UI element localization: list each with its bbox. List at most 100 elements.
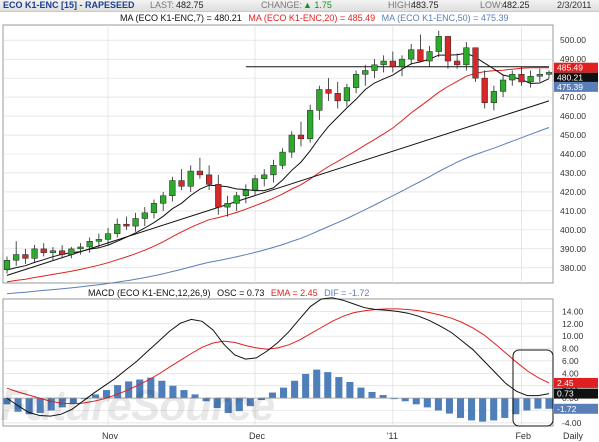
price-value-tag-text: 475.39	[557, 82, 583, 92]
price-tick-label: 380.00	[560, 263, 586, 273]
candle-body	[426, 51, 433, 62]
macd-value-tag-text: -1.72	[557, 404, 577, 414]
candle-body	[68, 248, 75, 255]
macd-tick-label: 14.00	[562, 306, 584, 316]
macd-histogram-bar	[423, 398, 431, 408]
candle-body	[95, 239, 102, 242]
macd-tick-label: -4.00	[562, 418, 582, 428]
candle-body	[279, 151, 286, 166]
macd-histogram-bar	[279, 387, 288, 399]
candle-body	[22, 254, 29, 259]
candle-body	[40, 248, 47, 253]
candle-body	[270, 165, 277, 176]
candle-body	[86, 241, 93, 248]
candle-body	[307, 110, 314, 140]
macd-histogram-bar	[401, 398, 409, 402]
macd-histogram-bar	[302, 373, 310, 399]
price-tick-label: 450.00	[560, 130, 586, 140]
price-tick-label: 470.00	[560, 92, 586, 102]
candle-body	[206, 174, 213, 185]
macd-histogram-bar	[501, 398, 509, 418]
candle-body	[77, 246, 84, 250]
candle-body	[150, 203, 158, 214]
macd-tick-label: 12.00	[562, 319, 584, 329]
candle-body	[114, 223, 121, 234]
macd-histogram-bar	[346, 382, 354, 399]
macd-tick-label: 4.00	[562, 368, 579, 378]
price-tick-label: 500.00	[560, 35, 586, 45]
macd-histogram-bar	[545, 398, 553, 409]
candle-body	[371, 64, 378, 71]
macd-histogram-bar	[479, 398, 487, 422]
macd-value-tag-text: 2.45	[557, 378, 574, 388]
macd-histogram-bar	[445, 398, 453, 414]
candle-body	[31, 248, 38, 259]
candle-body	[297, 134, 305, 140]
macd-histogram-bar	[490, 398, 498, 421]
candle-body	[527, 75, 534, 83]
candle-body	[187, 170, 194, 187]
macd-histogram-bar	[379, 395, 387, 399]
candle-body	[288, 134, 295, 153]
candle-body	[352, 74, 360, 88]
candle-body	[417, 49, 424, 62]
price-value-tag-text: 485.49	[557, 63, 583, 73]
candle-body	[3, 259, 11, 270]
candle-body	[545, 72, 553, 75]
futuresource-watermark: FutureSource	[0, 381, 275, 430]
x-tick-label: Nov	[102, 431, 119, 441]
price-tick-label: 400.00	[560, 225, 586, 235]
candle-body	[215, 184, 222, 208]
macd-histogram-bar	[523, 398, 531, 411]
candle-body	[141, 212, 148, 219]
price-tick-label: 460.00	[560, 111, 586, 121]
candle-body	[490, 91, 497, 104]
x-tick-label: '11	[387, 431, 398, 441]
candle-body	[169, 180, 176, 196]
macd-histogram-bar	[313, 369, 321, 399]
macd-histogram-bar	[534, 398, 542, 409]
x-tick-label: Feb	[515, 431, 531, 441]
candle-body	[59, 250, 66, 255]
candle-body	[242, 189, 249, 196]
candle-body	[178, 180, 185, 187]
candle-body	[408, 49, 415, 60]
macd-histogram-bar	[335, 377, 343, 399]
candle-body	[454, 60, 461, 66]
candle-body	[435, 36, 442, 52]
candle-body	[472, 47, 479, 79]
macd-histogram-bar	[456, 398, 465, 418]
candle-body	[132, 218, 139, 227]
x-tick-label: Dec	[249, 431, 266, 441]
macd-tick-label: 6.00	[562, 356, 579, 366]
candle-body	[444, 36, 452, 62]
candle-body	[261, 174, 268, 179]
candle-body	[13, 254, 20, 261]
candle-body	[224, 203, 231, 208]
candle-body	[233, 195, 240, 204]
macd-value-tag-text: 0.73	[557, 389, 574, 399]
candle-body	[463, 47, 470, 66]
macd-histogram-bar	[291, 380, 299, 399]
price-and-macd-chart: 500.00490.00480.00470.00460.00450.00440.…	[2, 24, 598, 441]
macd-tick-label: 10.00	[562, 331, 584, 341]
candle-body	[398, 58, 406, 67]
candle-body	[325, 89, 332, 94]
candle-body	[196, 170, 204, 176]
candle-body	[362, 70, 369, 75]
macd-histogram-bar	[368, 391, 376, 399]
candle-body	[123, 223, 130, 227]
x-tick-label-daily: Daily	[563, 431, 584, 441]
macd-histogram-bar	[357, 387, 365, 399]
macd-histogram-bar	[468, 398, 476, 421]
macd-tick-label: 8.00	[562, 344, 579, 354]
candle-body	[481, 77, 488, 104]
candle-body	[380, 60, 387, 66]
candle-body	[343, 87, 350, 102]
candle-body	[536, 74, 543, 77]
candle-body	[499, 79, 507, 92]
candle-body	[160, 195, 167, 204]
candle-body	[104, 233, 112, 240]
candle-body	[518, 74, 525, 83]
chart-stage: ECO K1-ENC [15] - RAPESEED LAST: 482.75 …	[0, 0, 599, 442]
